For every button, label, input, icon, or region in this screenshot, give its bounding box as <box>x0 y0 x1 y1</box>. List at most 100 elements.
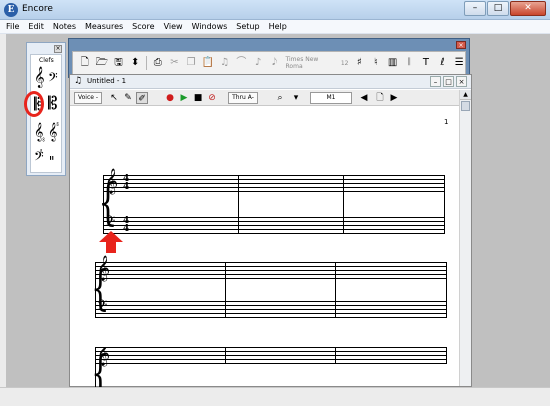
encore-app-icon: E <box>4 3 18 17</box>
tenor-clef[interactable]: 𝄡 <box>48 96 58 113</box>
menu-setup[interactable]: Setup <box>236 22 259 31</box>
bass-clef[interactable]: 𝄢 <box>48 72 58 87</box>
thru-selector[interactable]: Thru A- <box>228 92 258 104</box>
time-signature-treble: 44 <box>123 174 130 192</box>
treble-staff[interactable] <box>95 262 447 279</box>
app-title: Encore <box>22 4 53 14</box>
toolbar-separator <box>145 56 147 70</box>
voice-selector[interactable]: Voice - <box>74 92 102 104</box>
scroll-thumb[interactable] <box>461 101 470 111</box>
previous-page-icon[interactable]: ◀ <box>358 92 370 104</box>
document-minimize-button[interactable]: – <box>430 76 441 87</box>
barline <box>225 262 226 318</box>
menu-measures[interactable]: Measures <box>85 22 123 31</box>
document-toolbar: Voice - ↖ ✎ ✐ ● ▶ ■ ⊘ Thru A- ⌕ ▾ M1 ◀ 🗋… <box>70 90 459 106</box>
highlight-circle <box>24 91 44 117</box>
clefs-palette-close-button[interactable]: × <box>54 45 62 53</box>
pointer-icon[interactable]: ↖ <box>108 92 120 104</box>
menu-file[interactable]: File <box>6 22 19 31</box>
zoom-icon[interactable]: ⌕ <box>274 92 286 104</box>
treble-staff[interactable] <box>95 347 447 364</box>
pencil-icon[interactable]: ✐ <box>136 92 148 104</box>
midi-thru-icon[interactable]: ⊘ <box>206 92 218 104</box>
toolbar-close-button[interactable]: × <box>456 41 466 49</box>
lyrics-icon[interactable]: ℓ <box>437 58 449 68</box>
text-icon[interactable]: T <box>420 58 432 68</box>
barline <box>335 347 336 364</box>
document-window: ♫ Untitled - 1 – □ × Voice - ↖ ✎ ✐ ● ▶ ■… <box>69 74 472 387</box>
menu-bar: File Edit Notes Measures Score View Wind… <box>0 20 550 34</box>
grace-note-icon[interactable]: 𝅘𝅥𝅮 <box>269 58 281 68</box>
key-signature-icon[interactable]: ♮ <box>370 58 382 68</box>
bass-clef-mark: 𝄢 <box>105 213 116 232</box>
time-signature-bass: 44 <box>123 216 130 234</box>
eraser-icon[interactable]: ✎ <box>122 92 134 104</box>
paste-icon[interactable]: 📋 <box>202 58 214 68</box>
barline <box>343 175 344 234</box>
save-icon[interactable]: 🖫 <box>113 58 125 68</box>
beam-icon[interactable]: ♫ <box>219 58 231 68</box>
menu-windows[interactable]: Windows <box>192 22 228 31</box>
font-size-field[interactable]: 12 <box>341 60 349 67</box>
bass-staff[interactable] <box>103 217 445 234</box>
document-title-bar: ♫ Untitled - 1 – □ × <box>70 75 471 89</box>
document-maximize-button[interactable]: □ <box>443 76 454 87</box>
page-icon[interactable]: 🗋 <box>374 92 386 104</box>
close-button[interactable]: ✕ <box>510 1 546 16</box>
bass-staff[interactable] <box>95 301 447 318</box>
document-close-button[interactable]: × <box>456 76 467 87</box>
treble-8va-clef[interactable]: 𝄟 <box>48 124 59 140</box>
page-setup-icon[interactable]: ⬍ <box>129 58 141 68</box>
menu-notes[interactable]: Notes <box>53 22 76 31</box>
copy-icon[interactable]: ❐ <box>185 58 197 68</box>
stop-icon[interactable]: ■ <box>192 92 204 104</box>
vertical-scrollbar[interactable]: ▲ <box>459 90 471 386</box>
treble-staff[interactable] <box>103 175 445 192</box>
minimize-button[interactable]: – <box>464 1 486 16</box>
toolbar-row: 🗋 🗁 🖫 ⬍ ⎙ ✂ ❐ 📋 ♫ ⌒ ♪ 𝅘𝅥𝅮 Times New Roma… <box>72 51 466 75</box>
time-signature-icon[interactable]: ▥ <box>387 58 399 68</box>
menu-help[interactable]: Help <box>269 22 287 31</box>
scroll-up-icon[interactable]: ▲ <box>460 90 471 100</box>
measure-icon[interactable]: 𝄁 <box>403 58 415 68</box>
transpose-icon[interactable]: ♯ <box>353 58 365 68</box>
clefs-palette-title: Clefs <box>39 57 54 64</box>
slur-icon[interactable]: ⌒ <box>236 58 248 68</box>
cut-icon[interactable]: ✂ <box>169 58 181 68</box>
menu-score[interactable]: Score <box>132 22 154 31</box>
treble-8vb-clef[interactable]: 𝄠 <box>34 124 45 140</box>
tie-icon[interactable]: ♪ <box>252 58 264 68</box>
print-icon[interactable]: ⎙ <box>152 58 164 68</box>
side-rail <box>0 34 6 406</box>
flag-icon[interactable]: ☰ <box>453 58 465 68</box>
menu-view[interactable]: View <box>164 22 183 31</box>
new-document-icon[interactable]: 🗋 <box>79 58 91 68</box>
page-number: 1 <box>444 118 449 126</box>
open-folder-icon[interactable]: 🗁 <box>96 58 108 68</box>
treble-clef-mark: 𝄞 <box>97 347 111 366</box>
menu-edit[interactable]: Edit <box>28 22 44 31</box>
status-bar <box>0 387 550 406</box>
next-page-icon[interactable]: ▶ <box>388 92 400 104</box>
maximize-button[interactable]: □ <box>487 1 509 16</box>
treble-clef-mark: 𝄞 <box>105 169 119 194</box>
document-title: Untitled - 1 <box>87 77 127 85</box>
record-icon[interactable]: ● <box>164 92 176 104</box>
font-name-field[interactable]: Times New Roma <box>286 56 336 70</box>
staff-system-3: { 𝄞 <box>88 347 448 387</box>
play-icon[interactable]: ▶ <box>178 92 190 104</box>
barline <box>238 175 239 234</box>
barline <box>446 262 447 318</box>
barline <box>444 175 445 234</box>
barline <box>446 347 447 364</box>
music-note-icon: ♫ <box>74 76 83 86</box>
red-arrow-annotation <box>99 231 123 253</box>
percussion-clef[interactable]: 𝄥 <box>50 153 53 164</box>
treble-clef[interactable]: 𝄞 <box>34 69 45 87</box>
bass-8vb-clef[interactable]: 𝄣 <box>34 151 44 166</box>
system-start-barline <box>103 175 104 234</box>
main-toolbar: × 🗋 🗁 🖫 ⬍ ⎙ ✂ ❐ 📋 ♫ ⌒ ♪ 𝅘𝅥𝅮 Times New Ro… <box>68 38 470 78</box>
view-toggle-icon[interactable]: ▾ <box>290 92 302 104</box>
measure-field[interactable]: M1 <box>310 92 352 104</box>
bass-clef-mark: 𝄢 <box>97 297 108 316</box>
